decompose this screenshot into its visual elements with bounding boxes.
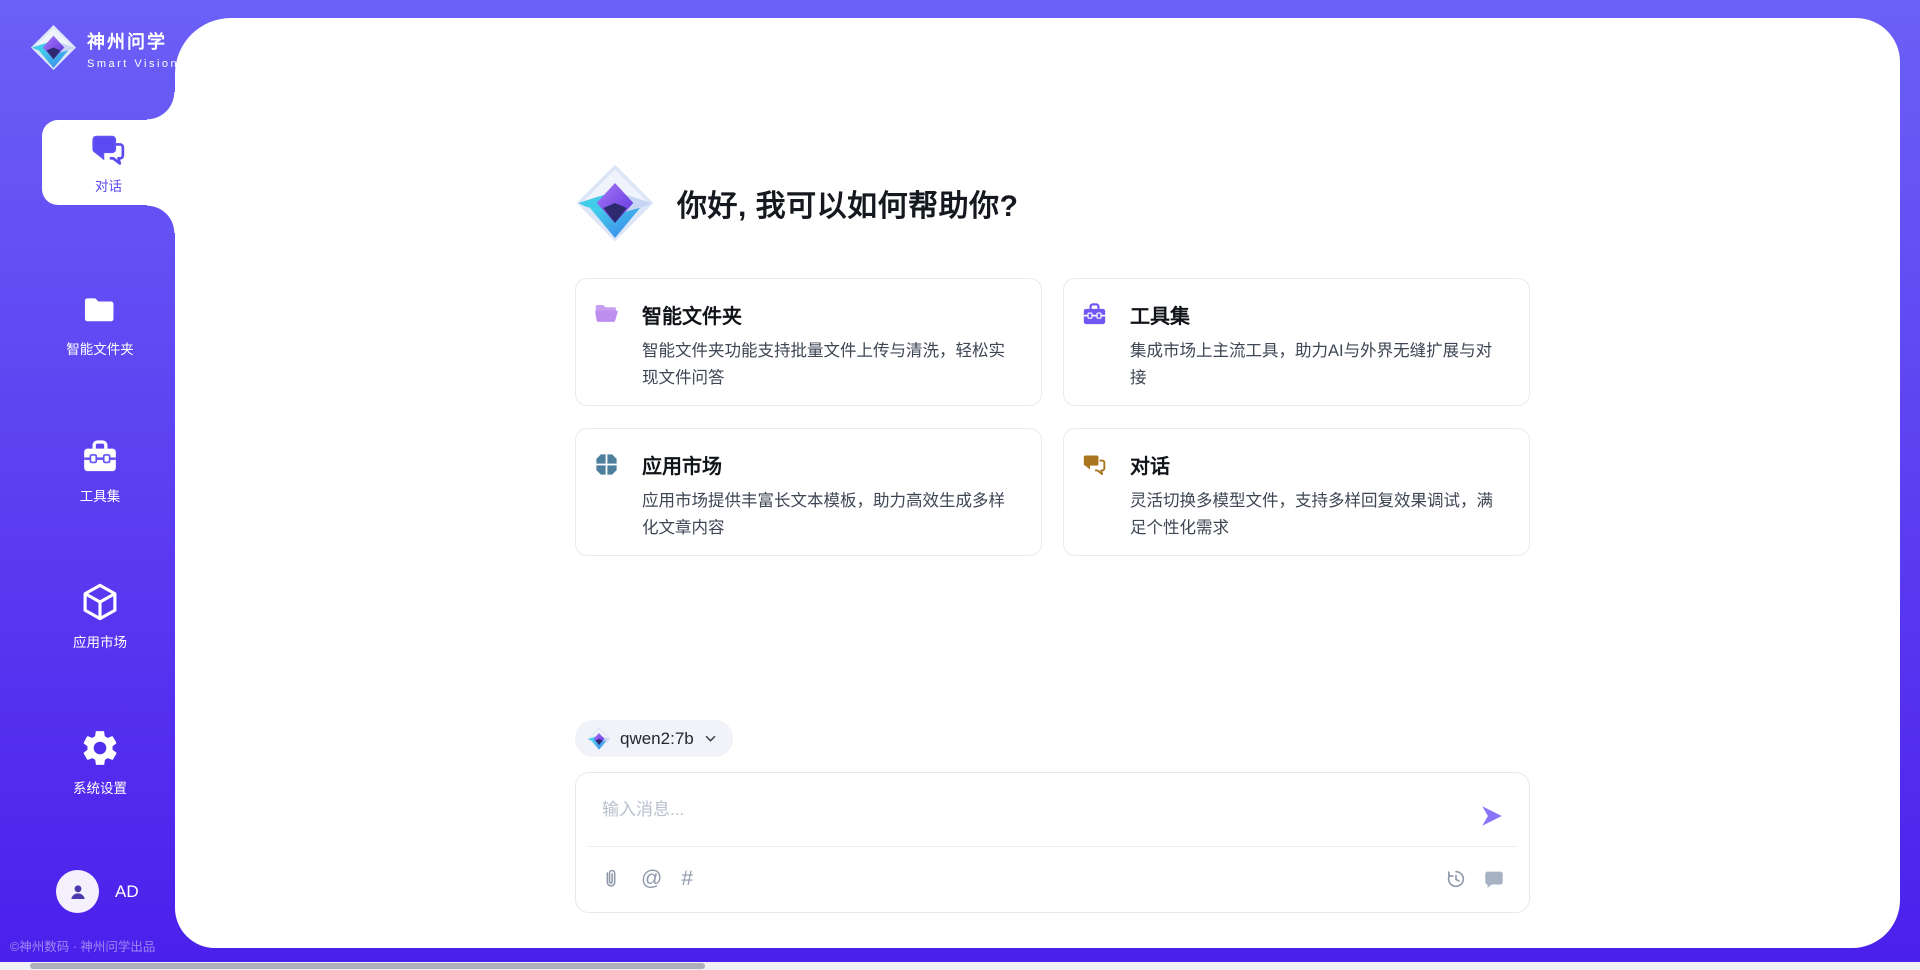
card-description: 灵活切换多模型文件，支持多样回复效果调试，满足个性化需求 [1130, 488, 1503, 542]
feature-cards: 智能文件夹 智能文件夹功能支持批量文件上传与清洗，轻松实现文件问答 工具集 集成… [575, 278, 1530, 556]
composer-toolbar-left: @ # [600, 868, 693, 890]
brand-logo: 神州问学 Smart Vision [30, 24, 179, 71]
card-smart-folder[interactable]: 智能文件夹 智能文件夹功能支持批量文件上传与清洗，轻松实现文件问答 [575, 278, 1042, 406]
user-account[interactable]: AD [56, 870, 139, 913]
tab-fillet-top [147, 92, 175, 120]
folder-open-icon [593, 301, 620, 328]
attachment-icon[interactable] [600, 868, 622, 890]
sidebar-item-label: 智能文件夹 [66, 338, 134, 358]
card-header: 智能文件夹 [593, 300, 1015, 329]
card-title: 对话 [1130, 450, 1170, 479]
toolbox-icon [80, 437, 120, 477]
card-header: 工具集 [1081, 300, 1503, 329]
chat-icon [90, 131, 128, 169]
sidebar-item-label: 系统设置 [73, 777, 127, 797]
tab-fillet-bottom [147, 205, 175, 233]
toolbox-icon [1081, 301, 1108, 328]
sidebar-item-label: 应用市场 [73, 631, 127, 651]
chevron-down-icon [703, 731, 718, 746]
card-title: 工具集 [1130, 300, 1190, 329]
composer-toolbar-right [1445, 868, 1505, 890]
send-icon[interactable] [1479, 803, 1505, 829]
gear-icon [79, 727, 121, 769]
card-chat[interactable]: 对话 灵活切换多模型文件，支持多样回复效果调试，满足个性化需求 [1063, 428, 1530, 556]
app-window: 神州问学 Smart Vision 对话 智能文件夹 工具集 应用市场 系统设置 [0, 0, 1920, 970]
sidebar-item-label: 工具集 [80, 485, 121, 505]
card-toolset[interactable]: 工具集 集成市场上主流工具，助力AI与外界无缝扩展与对接 [1063, 278, 1530, 406]
greeting-text: 你好, 我可以如何帮助你? [677, 181, 1019, 225]
sidebar-item-toolset[interactable]: 工具集 [25, 437, 175, 505]
card-header: 应用市场 [593, 450, 1015, 479]
model-name: qwen2:7b [620, 729, 694, 749]
comment-icon[interactable] [1483, 868, 1505, 890]
card-description: 应用市场提供丰富长文本模板，助力高效生成多样化文章内容 [642, 488, 1015, 542]
model-selector[interactable]: qwen2:7b [575, 720, 733, 757]
brand-diamond-icon [30, 24, 77, 71]
sidebar-item-settings[interactable]: 系统设置 [25, 727, 175, 797]
folder-icon [80, 292, 120, 330]
mention-icon[interactable]: @ [641, 868, 662, 890]
message-input[interactable] [600, 793, 1464, 849]
hashtag-icon[interactable]: # [681, 868, 693, 890]
cube-icon [79, 581, 121, 623]
sidebar-item-smart-folder[interactable]: 智能文件夹 [25, 292, 175, 358]
assistant-diamond-icon [575, 163, 655, 243]
brand-subtitle: Smart Vision [87, 58, 179, 70]
person-icon [66, 880, 90, 904]
card-description: 集成市场上主流工具，助力AI与外界无缝扩展与对接 [1130, 338, 1503, 392]
brand-name: 神州问学 [87, 28, 179, 54]
greeting-row: 你好, 我可以如何帮助你? [575, 163, 1019, 243]
sidebar-item-label: 对话 [95, 175, 122, 195]
composer-divider [587, 846, 1518, 847]
card-description: 智能文件夹功能支持批量文件上传与清洗，轻松实现文件问答 [642, 338, 1015, 392]
market-grid-icon [593, 451, 620, 478]
avatar [56, 870, 99, 913]
history-icon[interactable] [1445, 868, 1467, 890]
main-panel: 你好, 我可以如何帮助你? 智能文件夹 智能文件夹功能支持批量文件上传与清洗，轻… [175, 18, 1900, 948]
horizontal-scrollbar [0, 962, 1920, 970]
copyright-footer: ©神州数码 · 神州问学出品 [10, 936, 155, 955]
sidebar-item-app-market[interactable]: 应用市场 [25, 581, 175, 651]
brand-text: 神州问学 Smart Vision [87, 28, 179, 70]
card-title: 智能文件夹 [642, 300, 742, 329]
sidebar-item-chat[interactable]: 对话 [42, 120, 175, 205]
message-composer: @ # [575, 772, 1530, 913]
model-diamond-icon [587, 727, 611, 751]
username: AD [115, 882, 139, 902]
card-app-market[interactable]: 应用市场 应用市场提供丰富长文本模板，助力高效生成多样化文章内容 [575, 428, 1042, 556]
chat-icon [1081, 451, 1108, 478]
card-header: 对话 [1081, 450, 1503, 479]
scrollbar-thumb[interactable] [30, 963, 705, 969]
card-title: 应用市场 [642, 450, 722, 479]
